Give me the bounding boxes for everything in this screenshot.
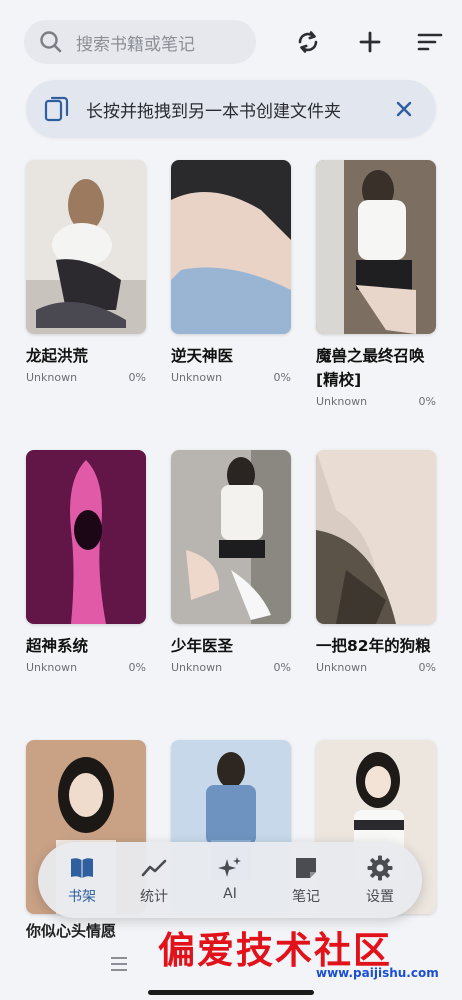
note-icon [296, 858, 316, 878]
nav-stats[interactable]: 统计 [122, 854, 186, 906]
book-cover [171, 450, 291, 624]
nav-label: 书架 [68, 889, 96, 905]
search-input[interactable]: 搜索书籍或笔记 [24, 20, 256, 64]
book-item[interactable]: 少年医圣 Unknown 0% [171, 450, 291, 674]
banner-text: 长按并拖拽到另一本书创建文件夹 [86, 101, 341, 122]
menu-icon[interactable] [108, 954, 130, 974]
book-item[interactable]: 魔兽之最终召唤[精校] Unknown 0% [316, 160, 436, 408]
book-title: 魔兽之最终召唤[精校] [316, 347, 425, 389]
folder-hint-banner: 长按并拖拽到另一本书创建文件夹 [26, 80, 436, 138]
sort-icon[interactable] [416, 28, 444, 56]
nav-ai[interactable]: AI [198, 854, 262, 902]
nav-notes[interactable]: 笔记 [274, 854, 338, 906]
nav-label: AI [223, 886, 237, 902]
book-cover [26, 160, 146, 334]
sync-icon[interactable] [294, 28, 322, 56]
search-placeholder: 搜索书籍或笔记 [76, 34, 195, 55]
add-icon[interactable] [356, 28, 384, 56]
book-progress: 0% [128, 661, 146, 674]
nav-label: 笔记 [292, 889, 320, 905]
book-cover [171, 160, 291, 334]
watermark-url: www.paijishu.com [316, 966, 439, 980]
book-author: Unknown [316, 395, 368, 408]
book-title: 龙起洪荒 [26, 347, 89, 365]
book-title: 少年医圣 [171, 637, 234, 655]
nav-label: 统计 [140, 889, 168, 905]
home-indicator[interactable] [148, 990, 314, 995]
trend-chart-icon [141, 859, 167, 877]
bottom-nav: 书架 统计 AI 笔记 设置 [38, 842, 422, 918]
book-cover [316, 450, 436, 624]
gear-icon [367, 855, 393, 881]
book-title: 逆天神医 [171, 347, 234, 365]
book-progress: 0% [128, 371, 146, 384]
book-progress: 0% [273, 661, 291, 674]
nav-bookshelf[interactable]: 书架 [50, 854, 114, 906]
book-progress: 0% [418, 661, 436, 674]
book-author: Unknown [26, 371, 78, 384]
copy-icon [44, 96, 69, 122]
book-author: Unknown [171, 371, 223, 384]
bookshelf-icon [71, 858, 93, 878]
book-progress: 0% [418, 395, 436, 408]
book-item[interactable]: 一把82年的狗粮 Unknown 0% [316, 450, 436, 674]
search-icon [40, 31, 62, 53]
book-author: Unknown [171, 661, 223, 674]
book-author: Unknown [26, 661, 78, 674]
book-progress: 0% [273, 371, 291, 384]
top-bar: 搜索书籍或笔记 [0, 0, 462, 80]
book-author: Unknown [316, 661, 368, 674]
book-item[interactable]: 龙起洪荒 Unknown 0% [26, 160, 146, 384]
book-title: 超神系统 [26, 637, 89, 655]
close-icon[interactable] [392, 97, 416, 121]
nav-settings[interactable]: 设置 [348, 854, 412, 906]
book-item[interactable]: 超神系统 Unknown 0% [26, 450, 146, 674]
book-cover [26, 450, 146, 624]
book-title-partial: 你似心头情愿 [26, 922, 117, 940]
nav-label: 设置 [366, 889, 394, 905]
sparkle-icon [218, 857, 241, 877]
book-item[interactable]: 逆天神医 Unknown 0% [171, 160, 291, 384]
book-title: 一把82年的狗粮 [316, 637, 431, 655]
book-cover [316, 160, 436, 334]
